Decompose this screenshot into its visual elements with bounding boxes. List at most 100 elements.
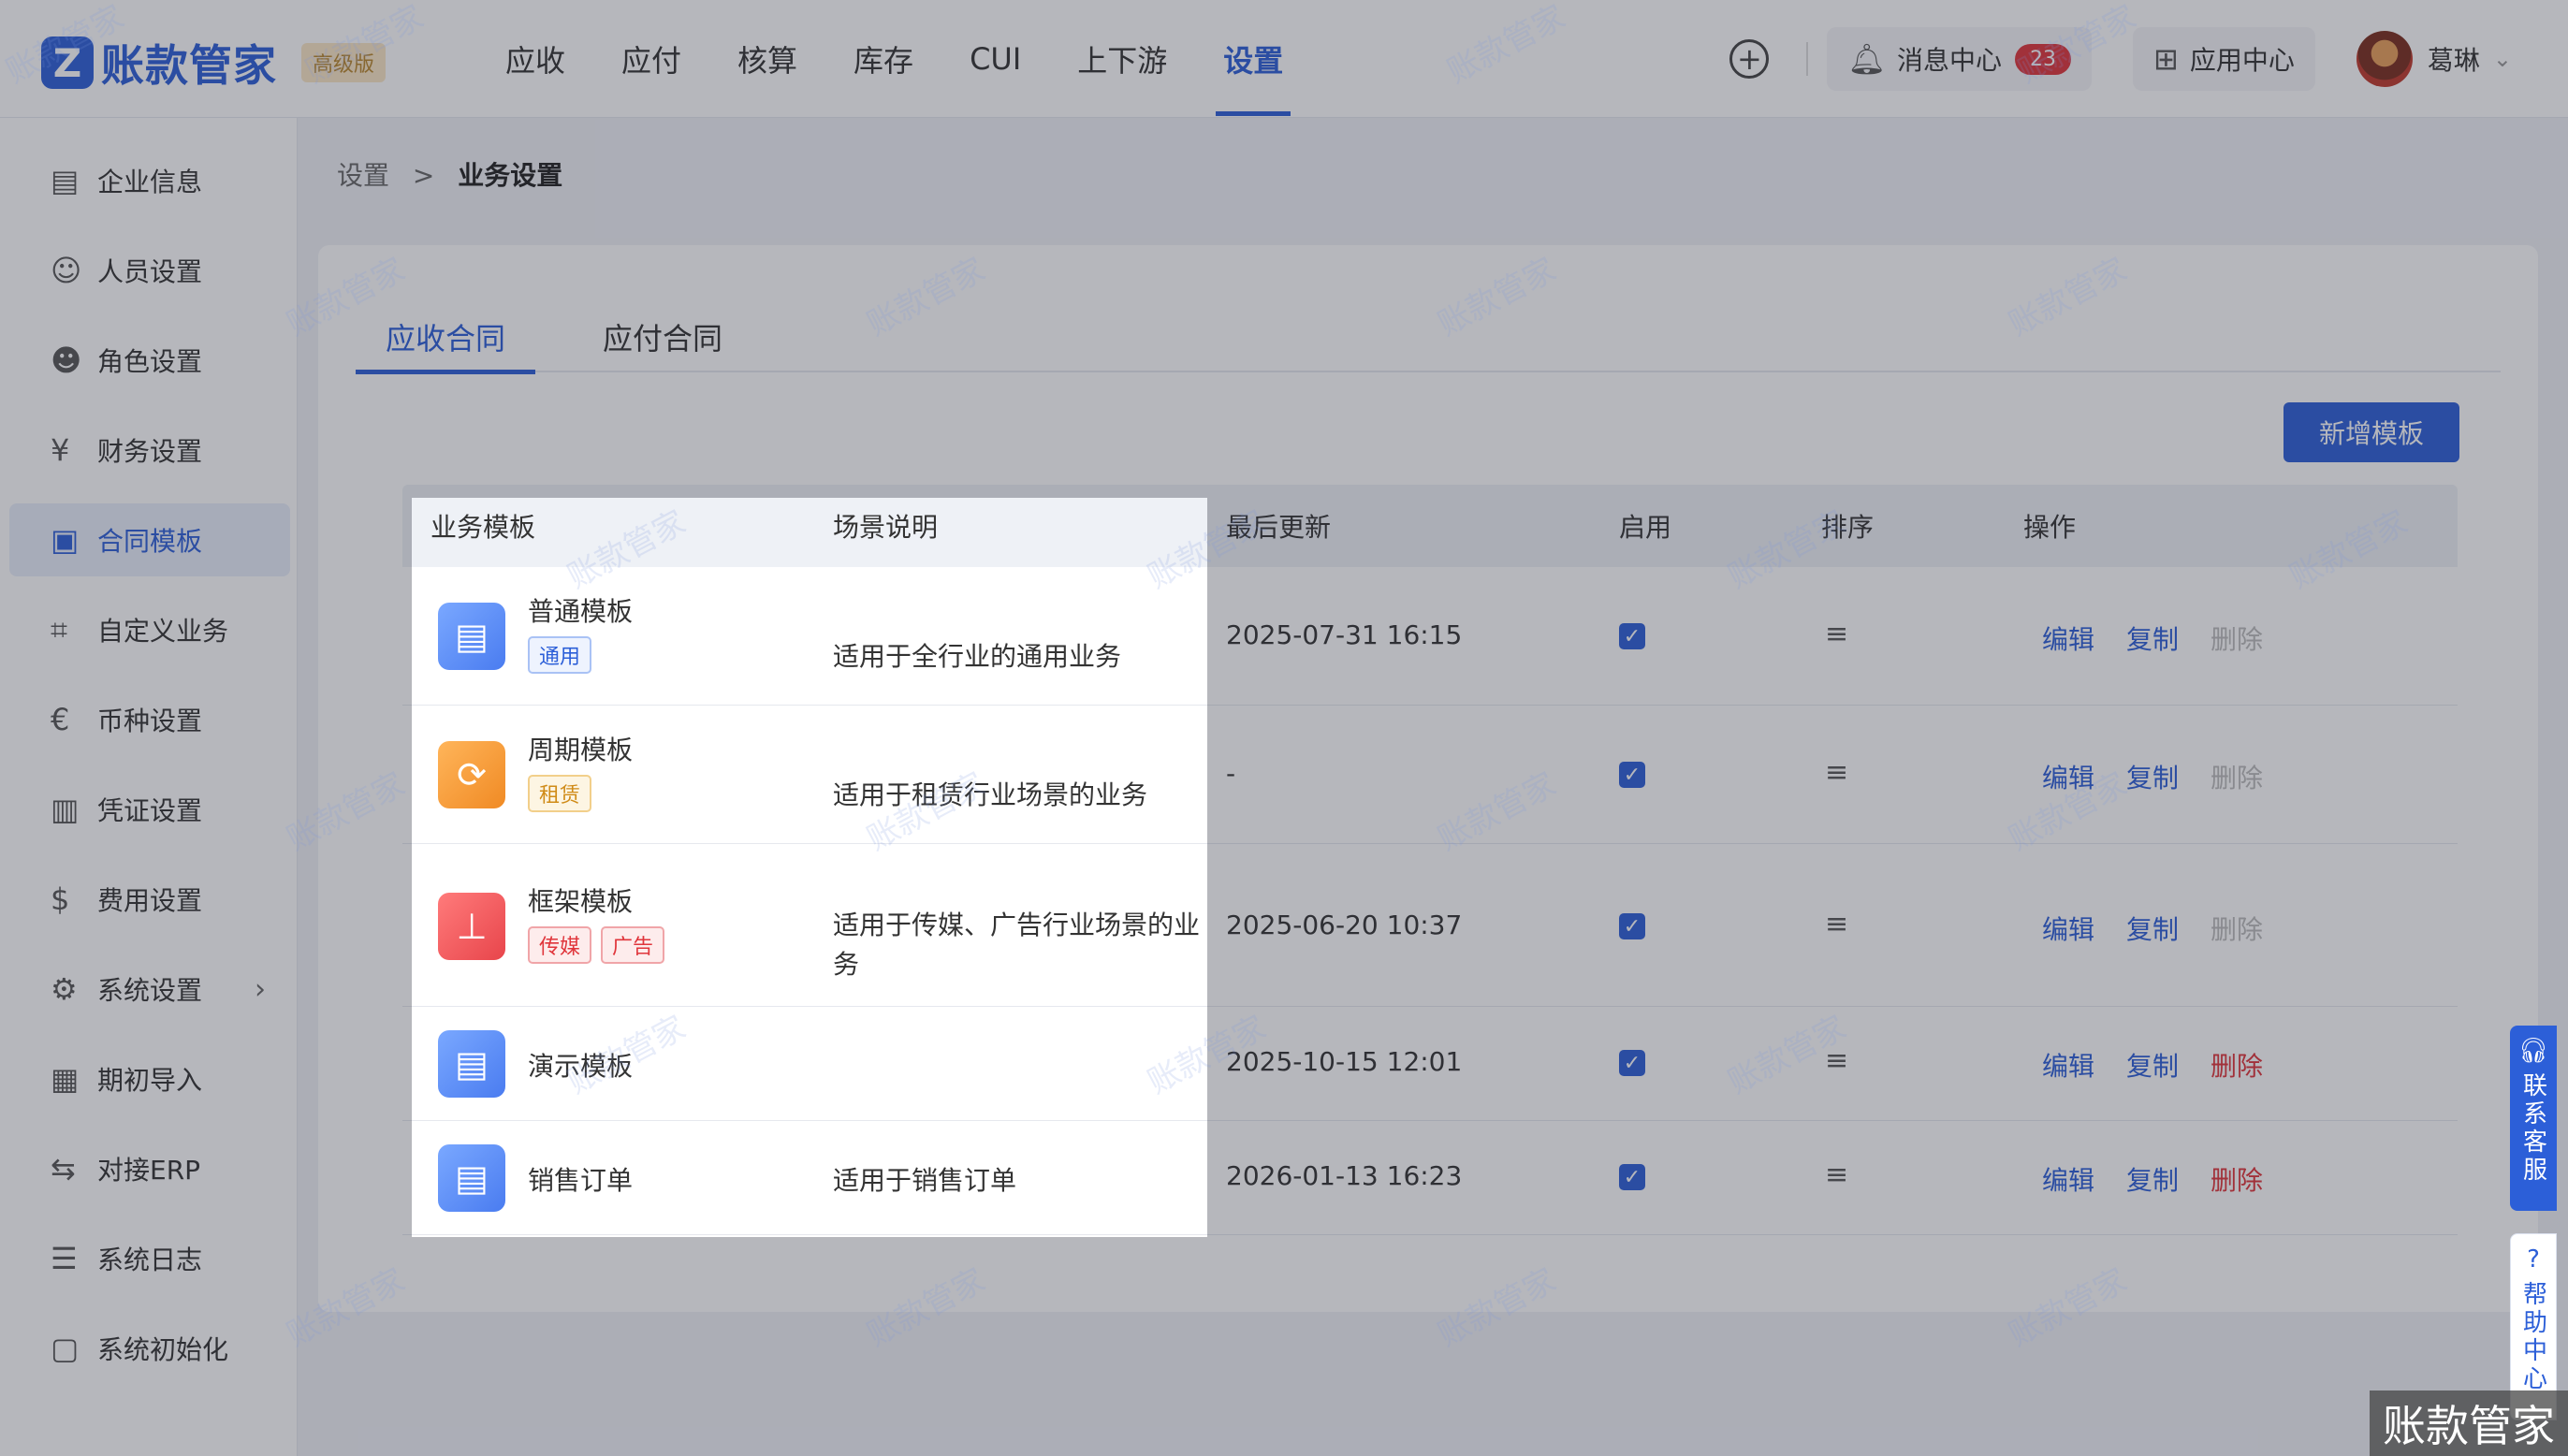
copy-button[interactable]: 复制 bbox=[2126, 624, 2179, 655]
drag-handle-icon[interactable]: ≡ bbox=[1825, 1044, 1848, 1077]
edit-button[interactable]: 编辑 bbox=[2042, 1165, 2094, 1196]
erp-icon: ⇆ bbox=[51, 1151, 76, 1187]
top-bar: Z 账款管家 高级版 应收 应付 核算 库存 CUI 上下游 设置 + 🔔︎ 消… bbox=[0, 0, 2568, 118]
nav-payable[interactable]: 应付 bbox=[603, 0, 700, 118]
sidebar-item-erp[interactable]: ⇆ 对接ERP bbox=[9, 1132, 290, 1205]
nav-settings[interactable]: 设置 bbox=[1204, 0, 1302, 118]
enable-checkbox[interactable]: ✓ bbox=[1619, 762, 1645, 788]
template-name: 演示模板 bbox=[528, 1051, 634, 1082]
drag-handle-icon[interactable]: ≡ bbox=[1825, 756, 1848, 789]
sidebar-item-custom-business[interactable]: ⌗ 自定义业务 bbox=[9, 593, 290, 666]
briefcase-icon: ▣ bbox=[51, 522, 80, 558]
sidebar-item-label: 财务设置 bbox=[97, 436, 203, 467]
breadcrumb-parent[interactable]: 设置 bbox=[337, 160, 389, 191]
edit-button[interactable]: 编辑 bbox=[2042, 1051, 2094, 1082]
main-nav: 应收 应付 核算 库存 CUI 上下游 设置 bbox=[487, 0, 1320, 118]
sidebar-item-label: 系统设置 bbox=[97, 975, 203, 1006]
row-actions: 编辑 复制 删除 bbox=[2042, 758, 2295, 795]
table-row: ⟳ 周期模板 租赁 适用于租赁行业场景的业务 - ✓ ≡ 编辑 复制 删除 bbox=[402, 706, 2458, 844]
app-center-button[interactable]: ⊞ 应用中心 bbox=[2133, 27, 2315, 91]
col-enabled: 启用 bbox=[1619, 512, 1672, 543]
add-template-button[interactable]: 新增模板 bbox=[2283, 402, 2459, 462]
sidebar-item-contract-templates[interactable]: ▣ 合同模板 bbox=[9, 503, 290, 576]
row-actions: 编辑 复制 删除 bbox=[2042, 1160, 2295, 1198]
sidebar-item-label: 币种设置 bbox=[97, 706, 203, 736]
tag-badge: 租赁 bbox=[528, 775, 592, 812]
delete-button: 删除 bbox=[2211, 914, 2264, 945]
copy-button[interactable]: 复制 bbox=[2126, 1165, 2179, 1196]
app-center-label: 应用中心 bbox=[2189, 45, 2295, 76]
edit-button[interactable]: 编辑 bbox=[2042, 624, 2094, 655]
copy-button[interactable]: 复制 bbox=[2126, 763, 2179, 794]
tab-payable-contract[interactable]: 应付合同 bbox=[573, 301, 752, 372]
sidebar-item-voucher[interactable]: ▥ 凭证设置 bbox=[9, 773, 290, 846]
sidebar-item-currency[interactable]: € 币种设置 bbox=[9, 683, 290, 756]
tag-badge: 通用 bbox=[528, 636, 592, 674]
sidebar-item-label: 对接ERP bbox=[97, 1155, 201, 1186]
contact-support-button[interactable]: 🎧︎ 联系客服 bbox=[2510, 1026, 2557, 1211]
currency-icon: € bbox=[51, 702, 70, 737]
copy-button[interactable]: 复制 bbox=[2126, 914, 2179, 945]
template-tags: 通用 bbox=[528, 636, 601, 674]
building-icon: ▤ bbox=[51, 163, 80, 198]
sidebar-item-opening-import[interactable]: ▦ 期初导入 bbox=[9, 1042, 290, 1115]
sidebar-item-expense[interactable]: $ 费用设置 bbox=[9, 863, 290, 936]
table-row: ▤ 普通模板 通用 适用于全行业的通用业务 2025-07-31 16:15 ✓… bbox=[402, 567, 2458, 706]
tag-badge: 传媒 bbox=[528, 926, 592, 964]
enable-checkbox[interactable]: ✓ bbox=[1619, 913, 1645, 939]
logo-text: 账款管家 bbox=[101, 40, 277, 91]
template-description: 适用于全行业的通用业务 bbox=[833, 641, 1122, 672]
brand-logo[interactable]: Z 账款管家 高级版 bbox=[41, 32, 387, 94]
sidebar-item-label: 系统初始化 bbox=[97, 1334, 229, 1365]
delete-button: 删除 bbox=[2211, 763, 2264, 794]
edit-button[interactable]: 编辑 bbox=[2042, 914, 2094, 945]
drag-handle-icon[interactable]: ≡ bbox=[1825, 1158, 1848, 1191]
delete-button[interactable]: 删除 bbox=[2211, 1051, 2263, 1082]
user-name[interactable]: 葛琳 bbox=[2428, 40, 2480, 78]
tag-badge: 广告 bbox=[601, 926, 665, 964]
sidebar-item-label: 角色设置 bbox=[97, 346, 203, 377]
nav-inventory[interactable]: 库存 bbox=[835, 0, 932, 118]
document-icon: ▤ bbox=[438, 1030, 505, 1098]
breadcrumb-separator: > bbox=[412, 160, 435, 191]
breadcrumb: 设置 > 业务设置 bbox=[337, 155, 562, 193]
sidebar-item-finance[interactable]: ¥ 财务设置 bbox=[9, 414, 290, 487]
sidebar-item-system[interactable]: ⚙ 系统设置 › bbox=[9, 953, 290, 1026]
col-updated: 最后更新 bbox=[1226, 512, 1332, 543]
enable-checkbox[interactable]: ✓ bbox=[1619, 1164, 1645, 1190]
nav-upstream-downstream[interactable]: 上下游 bbox=[1058, 0, 1186, 118]
nav-receivable[interactable]: 应收 bbox=[487, 0, 584, 118]
template-description: 适用于租赁行业场景的业务 bbox=[833, 779, 1148, 810]
sidebar-item-logs[interactable]: ☰ 系统日志 bbox=[9, 1222, 290, 1295]
sidebar-item-roles[interactable]: ☻ 角色设置 bbox=[9, 324, 290, 397]
edit-button[interactable]: 编辑 bbox=[2042, 763, 2094, 794]
nav-cui[interactable]: CUI bbox=[951, 0, 1040, 118]
drag-handle-icon[interactable]: ≡ bbox=[1825, 618, 1848, 650]
delete-button[interactable]: 删除 bbox=[2211, 1165, 2263, 1196]
message-center-button[interactable]: 🔔︎ 消息中心 23 bbox=[1827, 27, 2093, 91]
finance-icon: ¥ bbox=[51, 432, 70, 468]
drag-handle-icon[interactable]: ≡ bbox=[1825, 908, 1848, 940]
enable-checkbox[interactable]: ✓ bbox=[1619, 623, 1645, 649]
document-icon: ▤ bbox=[438, 603, 505, 670]
last-updated: - bbox=[1226, 758, 1236, 789]
contact-support-label: 联系客服 bbox=[2518, 1072, 2547, 1185]
chevron-down-icon[interactable]: ⌄ bbox=[2493, 46, 2512, 72]
chevron-right-icon: › bbox=[255, 972, 266, 1006]
sidebar-item-label: 凭证设置 bbox=[97, 795, 203, 826]
logo-mark-icon: Z bbox=[41, 36, 94, 89]
sidebar-item-staff[interactable]: ☺ 人员设置 bbox=[9, 234, 290, 307]
sidebar-item-init[interactable]: ▢ 系统初始化 bbox=[9, 1312, 290, 1385]
enable-checkbox[interactable]: ✓ bbox=[1619, 1050, 1645, 1076]
copy-button[interactable]: 复制 bbox=[2126, 1051, 2179, 1082]
system-gear-icon: ⚙ bbox=[51, 971, 78, 1007]
sidebar-item-company-info[interactable]: ▤ 企业信息 bbox=[9, 144, 290, 217]
add-circle-icon[interactable]: + bbox=[1729, 39, 1770, 79]
avatar[interactable] bbox=[2356, 31, 2413, 87]
row-actions: 编辑 复制 删除 bbox=[2042, 619, 2295, 657]
expense-icon: $ bbox=[51, 881, 70, 917]
tab-receivable-contract[interactable]: 应收合同 bbox=[356, 301, 536, 374]
message-center-label: 消息中心 bbox=[1897, 45, 2003, 76]
nav-accounting[interactable]: 核算 bbox=[719, 0, 816, 118]
template-tags: 租赁 bbox=[528, 775, 601, 812]
